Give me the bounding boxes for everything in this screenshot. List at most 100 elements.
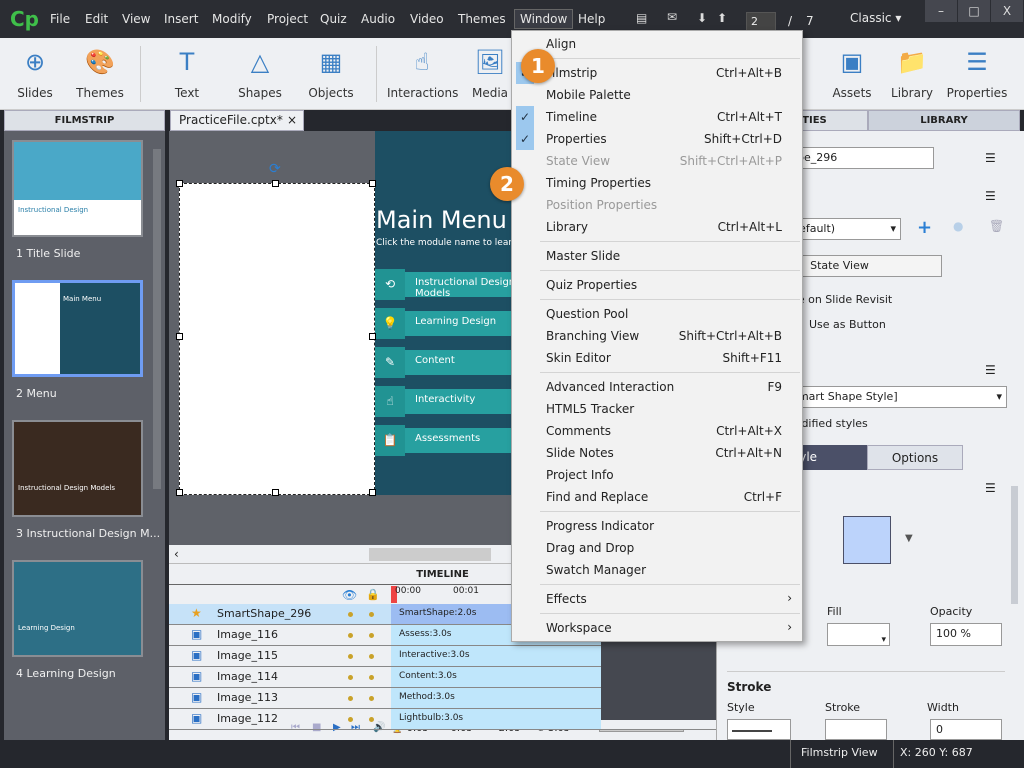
visibility-dot[interactable]: [348, 633, 353, 638]
lock-dot[interactable]: [369, 654, 374, 659]
resize-handle[interactable]: [369, 180, 376, 187]
timeline-bar[interactable]: Lightbulb:3.0s: [391, 709, 601, 729]
menu-item-mobile-palette[interactable]: Mobile Palette: [512, 84, 802, 106]
workspace-dropdown[interactable]: Classic ▾: [850, 11, 901, 25]
minimize-button[interactable]: –: [925, 0, 957, 22]
delete-state-icon[interactable]: 🗑: [989, 219, 1004, 233]
menu-item-properties[interactable]: ✓ Properties Shift+Ctrl+D: [512, 128, 802, 150]
options-menu-icon[interactable]: ☰: [985, 151, 996, 165]
stroke-width-input[interactable]: 0: [930, 719, 1002, 740]
menu-item-timeline[interactable]: ✓ Timeline Ctrl+Alt+T: [512, 106, 802, 128]
menu-item-project-info[interactable]: Project Info: [512, 464, 802, 486]
reset-state-icon[interactable]: ●: [953, 219, 963, 233]
menu-item-library[interactable]: Library Ctrl+Alt+L: [512, 216, 802, 238]
menu-item-html5-tracker[interactable]: HTML5 Tracker: [512, 398, 802, 420]
selected-smart-shape[interactable]: [179, 183, 375, 495]
menu-video[interactable]: Video: [410, 12, 444, 26]
lock-dot[interactable]: [369, 612, 374, 617]
menu-modify[interactable]: Modify: [212, 12, 252, 26]
resize-handle[interactable]: [176, 180, 183, 187]
close-button[interactable]: X: [991, 0, 1023, 22]
fill-swatch[interactable]: [843, 516, 891, 564]
toolbar-properties-button[interactable]: ☰ Properties: [942, 46, 1012, 100]
menu-item-question-pool[interactable]: Question Pool: [512, 303, 802, 325]
tab-options[interactable]: Options: [867, 445, 963, 470]
resize-handle[interactable]: [369, 489, 376, 496]
menu-item-master-slide[interactable]: Master Slide: [512, 245, 802, 267]
swatch-dropdown-icon[interactable]: ▼: [905, 533, 913, 544]
slide-thumbnail[interactable]: Main Menu: [12, 280, 143, 377]
timeline-bar[interactable]: Content:3.0s: [391, 667, 601, 687]
lock-dot[interactable]: [369, 675, 374, 680]
menu-window[interactable]: Window: [514, 9, 574, 29]
resize-handle[interactable]: [176, 489, 183, 496]
toolbar-objects-button[interactable]: ▦ Objects: [296, 46, 366, 100]
resize-handle[interactable]: [272, 180, 279, 187]
lock-dot[interactable]: [369, 717, 374, 722]
menu-view[interactable]: View: [122, 12, 150, 26]
toolbar-shapes-button[interactable]: △ Shapes: [225, 46, 295, 100]
menu-item-progress-indicator[interactable]: Progress Indicator: [512, 515, 802, 537]
email-icon[interactable]: ✉: [667, 10, 677, 24]
eye-icon[interactable]: 👁: [342, 588, 357, 602]
maximize-button[interactable]: □: [958, 0, 990, 22]
arrow-up-icon[interactable]: ⬆: [717, 11, 727, 25]
slide-thumbnail[interactable]: Instructional Design: [12, 140, 143, 237]
menu-item-position-properties[interactable]: Position Properties: [512, 194, 802, 216]
menu-item-branching-view[interactable]: Branching View Shift+Ctrl+Alt+B: [512, 325, 802, 347]
menu-item-advanced-interaction[interactable]: Advanced Interaction F9: [512, 376, 802, 398]
visibility-dot[interactable]: [348, 675, 353, 680]
menu-item-align[interactable]: Align: [512, 33, 802, 55]
arrow-down-icon[interactable]: ⬇: [697, 11, 707, 25]
filmstrip-scrollbar[interactable]: [153, 149, 161, 489]
menu-quiz[interactable]: Quiz: [320, 12, 347, 26]
stroke-color-dropdown[interactable]: [825, 719, 887, 740]
menu-help[interactable]: Help: [578, 12, 605, 26]
menu-insert[interactable]: Insert: [164, 12, 198, 26]
options-menu-icon[interactable]: ☰: [985, 189, 996, 203]
toolbar-interactions-button[interactable]: ☝ Interactions: [387, 46, 458, 100]
options-menu-icon[interactable]: ☰: [985, 363, 996, 377]
menu-project[interactable]: Project: [267, 12, 308, 26]
lock-icon[interactable]: 🔒: [366, 588, 380, 601]
menu-item-find-and-replace[interactable]: Find and Replace Ctrl+F: [512, 486, 802, 508]
close-tab-icon[interactable]: ×: [287, 113, 297, 127]
stroke-style-dropdown[interactable]: [727, 719, 791, 740]
menu-item-swatch-manager[interactable]: Swatch Manager: [512, 559, 802, 581]
slide-thumbnail[interactable]: Instructional Design Models: [12, 420, 143, 517]
menu-item-workspace[interactable]: Workspace ›: [512, 617, 802, 639]
toolbar-themes-button[interactable]: 🎨 Themes: [65, 46, 135, 100]
menu-item-filmstrip[interactable]: ✓FilmstripCtrl+Alt+B: [512, 62, 802, 84]
menu-item-timing-properties[interactable]: Timing Properties: [512, 172, 802, 194]
visibility-dot[interactable]: [348, 717, 353, 722]
slide-number-input[interactable]: 2: [746, 12, 776, 32]
fill-dropdown[interactable]: ▾: [827, 623, 890, 646]
add-state-icon[interactable]: +: [917, 217, 932, 238]
timeline-bar[interactable]: Interactive:3.0s: [391, 646, 601, 666]
opacity-input[interactable]: 100 %: [930, 623, 1002, 646]
menu-item-drag-and-drop[interactable]: Drag and Drop: [512, 537, 802, 559]
menu-edit[interactable]: Edit: [85, 12, 108, 26]
toolbar-text-button[interactable]: T Text: [152, 46, 222, 100]
lock-dot[interactable]: [369, 633, 374, 638]
menu-item-comments[interactable]: Comments Ctrl+Alt+X: [512, 420, 802, 442]
menu-themes[interactable]: Themes: [458, 12, 506, 26]
menu-item-state-view[interactable]: State View Shift+Ctrl+Alt+P: [512, 150, 802, 172]
properties-scrollbar[interactable]: [1011, 486, 1018, 604]
tab-document[interactable]: PracticeFile.cptx* ×: [170, 110, 304, 131]
menu-file[interactable]: File: [50, 12, 70, 26]
options-menu-icon[interactable]: ☰: [985, 481, 996, 495]
scroll-left-icon[interactable]: ‹: [174, 547, 179, 561]
slide-notes-icon[interactable]: ▤: [636, 11, 647, 25]
lock-dot[interactable]: [369, 696, 374, 701]
tab-filmstrip[interactable]: FILMSTRIP: [4, 110, 165, 131]
visibility-dot[interactable]: [348, 696, 353, 701]
menu-item-effects[interactable]: Effects ›: [512, 588, 802, 610]
resize-handle[interactable]: [272, 489, 279, 496]
menu-item-skin-editor[interactable]: Skin Editor Shift+F11: [512, 347, 802, 369]
timeline-bar[interactable]: Method:3.0s: [391, 688, 601, 708]
toolbar-library-button[interactable]: 📁 Library: [877, 46, 947, 100]
tab-library[interactable]: LIBRARY: [868, 110, 1020, 131]
resize-handle[interactable]: [369, 333, 376, 340]
use-as-button-checkbox[interactable]: Use as Button: [809, 318, 886, 331]
